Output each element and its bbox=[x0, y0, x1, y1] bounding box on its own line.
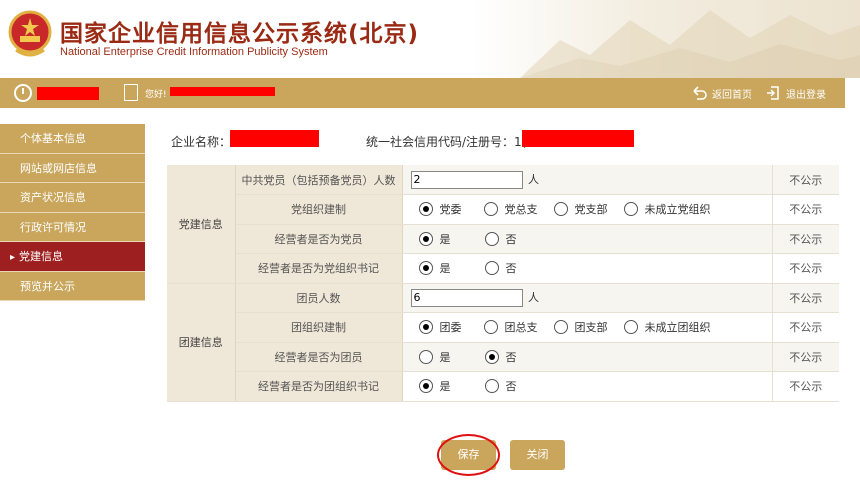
sidebar-item-party-building[interactable]: 党建信息 bbox=[0, 242, 145, 272]
radio-circle bbox=[418, 231, 433, 246]
publicity-status: 不公示 bbox=[771, 342, 839, 372]
radio-circle bbox=[553, 202, 568, 217]
operator-party-member-label: 经营者是否为党员 bbox=[235, 224, 402, 254]
operator-league-member-radio-group: 是 否 bbox=[411, 349, 772, 365]
sidebar-item-assets-info[interactable]: 资产状况信息 bbox=[0, 183, 145, 213]
radio-no[interactable]: 否 bbox=[484, 349, 517, 365]
unit-label: 人 bbox=[528, 290, 539, 304]
operator-league-secretary-label: 经营者是否为团组织书记 bbox=[235, 371, 402, 402]
redaction-box bbox=[522, 130, 634, 147]
radio-yes[interactable]: 是 bbox=[418, 260, 451, 276]
return-arrow-icon bbox=[693, 86, 707, 100]
redaction-box bbox=[170, 87, 275, 96]
radio-circle bbox=[418, 379, 433, 394]
radio-party-none[interactable]: 未成立党组织 bbox=[623, 201, 711, 217]
radio-circle bbox=[483, 320, 498, 335]
radio-circle bbox=[483, 202, 498, 217]
sidebar-item-preview-publish[interactable]: 预览并公示 bbox=[0, 271, 145, 301]
site-header: 国家企业信用信息公示系统(北京) National Enterprise Cre… bbox=[0, 0, 860, 78]
radio-no[interactable]: 否 bbox=[484, 260, 517, 276]
logout-link[interactable]: 退出登录 bbox=[765, 85, 826, 101]
return-home-label: 返回首页 bbox=[712, 89, 752, 101]
league-org-label: 团组织建制 bbox=[235, 312, 402, 343]
radio-league-committee[interactable]: 团委 bbox=[418, 319, 462, 335]
radio-league-none[interactable]: 未成立团组织 bbox=[623, 319, 711, 335]
redaction-box bbox=[230, 130, 319, 147]
sidebar-item-website-info[interactable]: 网站或网店信息 bbox=[0, 153, 145, 183]
operator-league-secretary-radio-group: 是 否 bbox=[411, 378, 772, 394]
sidebar-nav: 个体基本信息 网站或网店信息 资产状况信息 行政许可情况 党建信息 预览并公示 bbox=[0, 124, 145, 301]
radio-no[interactable]: 否 bbox=[484, 231, 517, 247]
league-members-label: 团员人数 bbox=[235, 283, 402, 313]
return-home-link[interactable]: 返回首页 bbox=[691, 85, 752, 101]
radio-yes[interactable]: 是 bbox=[418, 378, 451, 394]
credit-code-label: 统一社会信用代码/注册号：1( bbox=[366, 135, 527, 149]
logout-label: 退出登录 bbox=[786, 89, 826, 101]
radio-circle bbox=[418, 202, 433, 217]
radio-party-committee[interactable]: 党委 bbox=[418, 201, 462, 217]
publicity-status: 不公示 bbox=[771, 283, 839, 313]
redaction-box bbox=[37, 87, 99, 100]
operator-party-member-radio-group: 是 否 bbox=[411, 231, 772, 247]
publicity-status: 不公示 bbox=[771, 312, 839, 343]
site-title: 国家企业信用信息公示系统(北京) bbox=[60, 21, 420, 47]
publicity-status: 不公示 bbox=[771, 224, 839, 254]
sidebar-item-individual-info[interactable]: 个体基本信息 bbox=[0, 124, 145, 154]
radio-party-branch[interactable]: 党支部 bbox=[553, 201, 608, 217]
logout-icon bbox=[767, 86, 779, 100]
sidebar-item-admin-license[interactable]: 行政许可情况 bbox=[0, 212, 145, 242]
operator-party-secretary-label: 经营者是否为党组织书记 bbox=[235, 253, 402, 284]
radio-no[interactable]: 否 bbox=[484, 378, 517, 394]
operator-league-member-label: 经营者是否为团员 bbox=[235, 342, 402, 372]
league-members-input[interactable] bbox=[410, 288, 523, 307]
operator-party-secretary-radio-group: 是 否 bbox=[411, 260, 772, 276]
party-group-label: 党建信息 bbox=[167, 165, 236, 284]
radio-circle bbox=[484, 349, 499, 364]
clock-icon bbox=[14, 84, 32, 102]
company-name-label: 企业名称： bbox=[171, 135, 232, 149]
radio-circle bbox=[484, 261, 499, 276]
greeting-text: 您好! bbox=[145, 90, 167, 100]
radio-party-general-branch[interactable]: 党总支 bbox=[483, 201, 538, 217]
publicity-status: 不公示 bbox=[771, 253, 839, 284]
unit-label: 人 bbox=[528, 172, 539, 186]
mountain-landscape-image bbox=[520, 10, 860, 78]
party-members-input[interactable] bbox=[410, 170, 523, 189]
party-members-label: 中共党员（包括预备党员）人数 bbox=[235, 165, 402, 195]
radio-circle bbox=[418, 261, 433, 276]
publicity-status: 不公示 bbox=[771, 371, 839, 402]
radio-circle bbox=[623, 320, 638, 335]
radio-circle bbox=[484, 231, 499, 246]
radio-circle bbox=[418, 320, 433, 335]
league-group-label: 团建信息 bbox=[167, 283, 236, 402]
radio-circle bbox=[553, 320, 568, 335]
radio-circle bbox=[623, 202, 638, 217]
radio-yes[interactable]: 是 bbox=[418, 231, 451, 247]
user-icon bbox=[124, 84, 138, 101]
party-building-form: 党建信息 中共党员（包括预备党员）人数 人 不公示 党组织建制 党委 党总支 党… bbox=[167, 165, 839, 402]
publicity-status: 不公示 bbox=[771, 165, 839, 195]
top-bar: 您好! 返回首页 退出登录 bbox=[0, 78, 845, 108]
close-button[interactable]: 关闭 bbox=[510, 440, 565, 470]
party-org-radio-group: 党委 党总支 党支部 未成立党组织 bbox=[411, 201, 772, 217]
radio-circle bbox=[418, 349, 433, 364]
radio-league-branch[interactable]: 团支部 bbox=[553, 319, 608, 335]
radio-league-general-branch[interactable]: 团总支 bbox=[483, 319, 538, 335]
radio-yes[interactable]: 是 bbox=[418, 349, 451, 365]
publicity-status: 不公示 bbox=[771, 194, 839, 225]
national-emblem-icon bbox=[8, 10, 52, 57]
radio-circle bbox=[484, 379, 499, 394]
party-org-label: 党组织建制 bbox=[235, 194, 402, 225]
highlight-circle bbox=[437, 434, 500, 476]
site-subtitle: National Enterprise Credit Information P… bbox=[60, 46, 328, 58]
league-org-radio-group: 团委 团总支 团支部 未成立团组织 bbox=[411, 319, 772, 335]
